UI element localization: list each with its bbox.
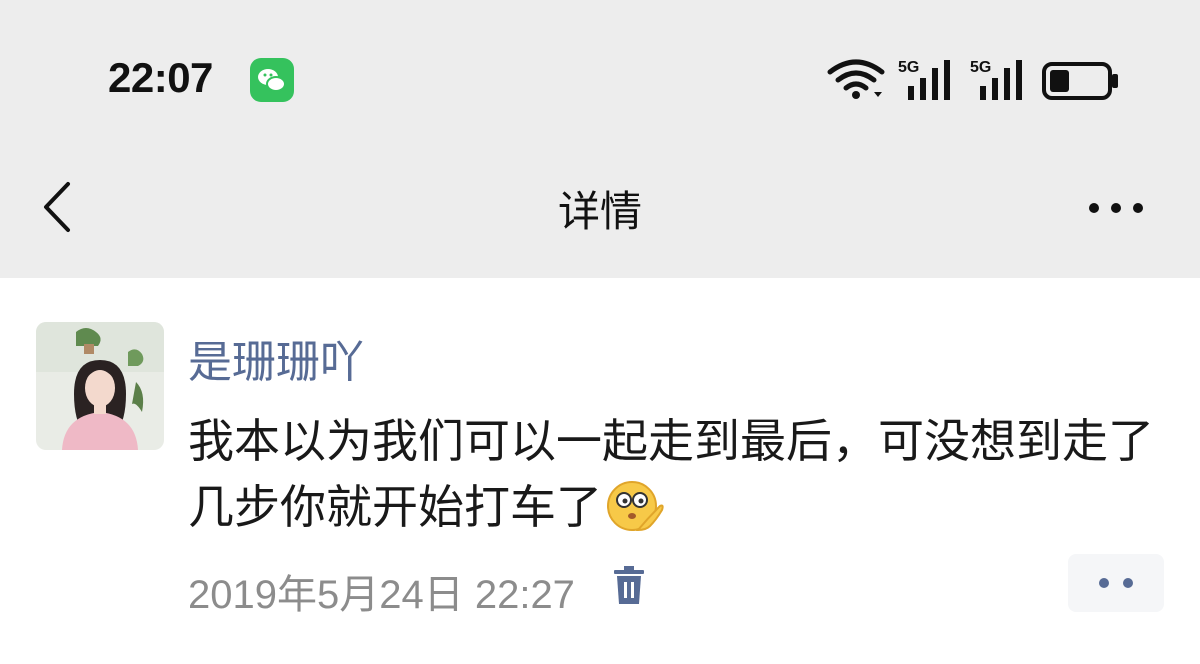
comment-button[interactable] [1068, 554, 1164, 612]
battery-icon [1042, 62, 1120, 104]
page-title: 详情 [557, 187, 642, 236]
post-content: 我本以为我们可以一起走到最后，可没想到走了几步你就开始打车了 [188, 408, 1168, 540]
signal-5g-icon: 5G [970, 56, 1028, 108]
post-text: 我本以为我们可以一起走到最后，可没想到走了几步你就开始打车了 [188, 414, 1154, 534]
wifi-icon [826, 58, 886, 106]
network-label: 5G [898, 59, 919, 76]
avatar[interactable] [36, 322, 164, 450]
signal-5g-icon: 5G [898, 56, 956, 108]
wechat-icon [250, 58, 294, 102]
thinking-face-emoji-icon [604, 476, 664, 536]
more-button[interactable] [1086, 198, 1146, 218]
status-time: 22:07 [108, 54, 213, 101]
post-timestamp: 2019年5月24日 22:27 [188, 573, 575, 617]
network-label: 5G [970, 59, 991, 76]
trash-icon[interactable] [612, 566, 646, 606]
username[interactable]: 是珊珊吖 [188, 326, 364, 390]
comment-dots-icon [1099, 578, 1133, 588]
